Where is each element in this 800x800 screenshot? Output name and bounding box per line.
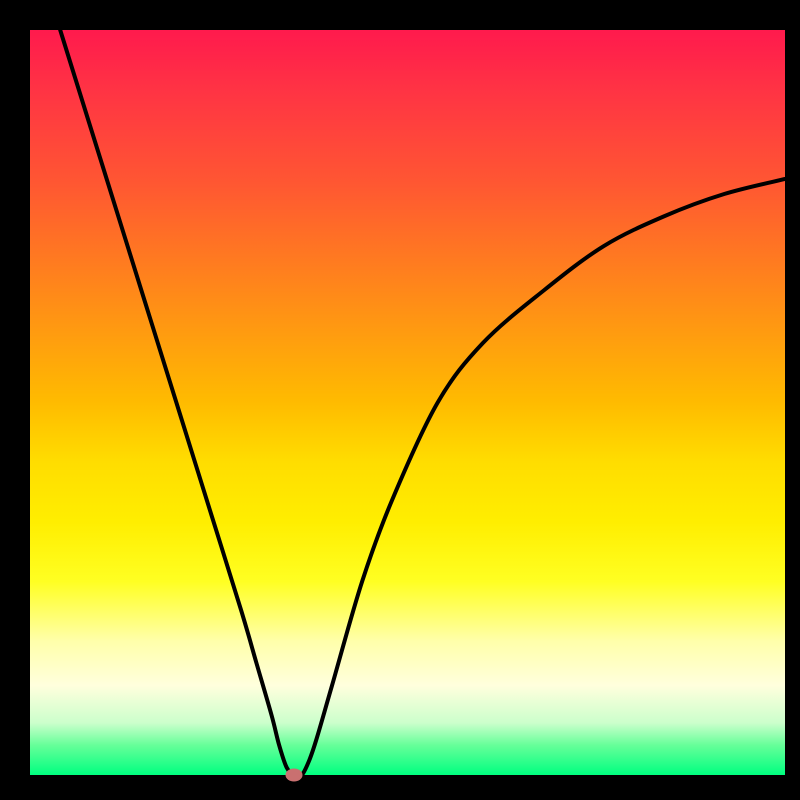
bottleneck-curve bbox=[30, 30, 785, 775]
chart-plot-area bbox=[30, 30, 785, 775]
watermark-text: TheBottleneck.com bbox=[588, 4, 785, 32]
optimal-point-marker bbox=[286, 769, 303, 782]
